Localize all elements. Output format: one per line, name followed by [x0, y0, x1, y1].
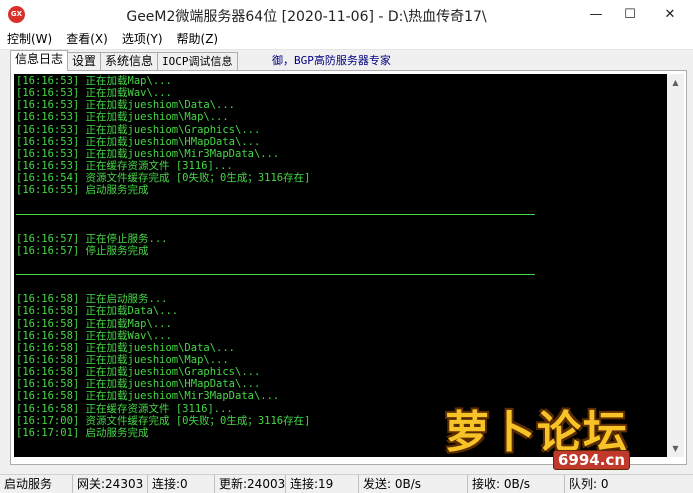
app-icon: GX	[8, 6, 25, 23]
status-update-connections: 连接:19	[286, 475, 359, 493]
log-line: [16:16:58] 正在加载jueshiom\HMapData\...	[16, 378, 261, 391]
log-line: [16:16:58] 正在加载Wav\...	[16, 329, 172, 342]
log-separator	[16, 274, 535, 281]
log-line: [16:16:58] 正在加载Map\...	[16, 317, 172, 330]
log-line: [16:16:53] 正在加载jueshiom\Map\...	[16, 111, 229, 124]
tab-info-log[interactable]: 信息日志	[10, 50, 69, 71]
log-line: [16:16:58] 正在加载Data\...	[16, 305, 179, 318]
log-line: [16:16:53] 正在加载Wav\...	[16, 87, 172, 100]
tab-iocp-debug[interactable]: IOCP调试信息	[157, 52, 238, 71]
close-button[interactable]: ✕	[647, 0, 693, 29]
log-line: [16:16:58] 正在启动服务...	[16, 293, 168, 306]
window-controls: — ☐ ✕	[579, 0, 693, 29]
maximize-button[interactable]: ☐	[613, 0, 647, 29]
watermark-logo: 萝卜论坛 6994.cn	[445, 396, 685, 486]
log-line: [16:16:53] 正在加载Map\...	[16, 75, 172, 87]
tab-settings[interactable]: 设置	[67, 52, 102, 71]
log-blank-line	[16, 281, 667, 293]
log-blank-line	[16, 257, 667, 269]
log-line: [16:16:58] 正在加载jueshiom\Map\...	[16, 353, 229, 366]
log-line: [16:16:53] 正在加载jueshiom\Mir3MapData\...	[16, 147, 280, 160]
tab-strip: 信息日志 设置 系统信息 IOCP调试信息	[10, 50, 238, 71]
log-line: [16:16:57] 正在停止服务...	[16, 232, 168, 245]
menu-bar: 控制(W) 查看(X) 选项(Y) 帮助(Z)	[0, 29, 693, 50]
status-queue: 队列: 0	[569, 477, 609, 491]
log-blank-line	[16, 196, 667, 208]
menu-view[interactable]: 查看(X)	[59, 29, 115, 49]
status-bar: 启动服务 网关:24303 连接:0 更新:24003 连接:19 发送: 0B…	[0, 474, 693, 493]
watermark-url: 6994.cn	[553, 450, 631, 470]
title-bar: GX GeeM2微端服务器64位 [2020-11-06] - D:\热血传奇1…	[0, 0, 693, 29]
tab-system-info[interactable]: 系统信息	[100, 52, 159, 71]
status-state: 启动服务	[0, 475, 73, 493]
log-separator	[16, 213, 535, 221]
scroll-up-icon[interactable]: ▲	[667, 74, 684, 91]
promo-link[interactable]: 御，BGP高防服务器专家	[272, 52, 391, 68]
menu-options[interactable]: 选项(Y)	[115, 29, 170, 49]
log-line: [16:16:58] 正在加载jueshiom\Data\...	[16, 341, 236, 354]
window-title: GeeM2微端服务器64位 [2020-11-06] - D:\热血传奇17\	[126, 9, 487, 25]
log-line: [16:16:55] 启动服务完成	[16, 184, 149, 197]
status-receive-rate: 接收: 0B/s	[468, 475, 565, 493]
menu-help[interactable]: 帮助(Z)	[170, 29, 226, 49]
log-line: [16:16:53] 正在加载jueshiom\Data\...	[16, 99, 236, 112]
log-line: [16:16:53] 正在加载jueshiom\Graphics\...	[16, 123, 261, 136]
log-line: [16:16:53] 正在缓存资源文件 [3116]...	[16, 159, 233, 172]
log-line: [16:16:54] 资源文件缓存完成 [0失败；0生成；3116存在]	[16, 172, 311, 185]
maximize-icon: ☐	[624, 7, 636, 22]
log-text: [16:16:53] 正在加载Map\... [16:16:53] 正在加载Wav…	[14, 74, 667, 439]
close-icon: ✕	[664, 7, 676, 22]
minimize-icon: —	[589, 7, 603, 22]
log-line: [16:16:53] 正在加载jueshiom\HMapData\...	[16, 135, 261, 148]
status-update: 更新:24003	[215, 475, 286, 493]
log-blank-line	[16, 221, 667, 233]
status-gateway: 网关:24303	[73, 475, 148, 493]
menu-control[interactable]: 控制(W)	[0, 29, 59, 49]
status-send-rate: 发送: 0B/s	[359, 475, 468, 493]
log-line: [16:16:58] 正在加载jueshiom\Graphics\...	[16, 366, 261, 379]
minimize-button[interactable]: —	[579, 0, 613, 29]
status-connections: 连接:0	[148, 475, 215, 493]
log-line: [16:16:57] 停止服务完成	[16, 244, 149, 257]
